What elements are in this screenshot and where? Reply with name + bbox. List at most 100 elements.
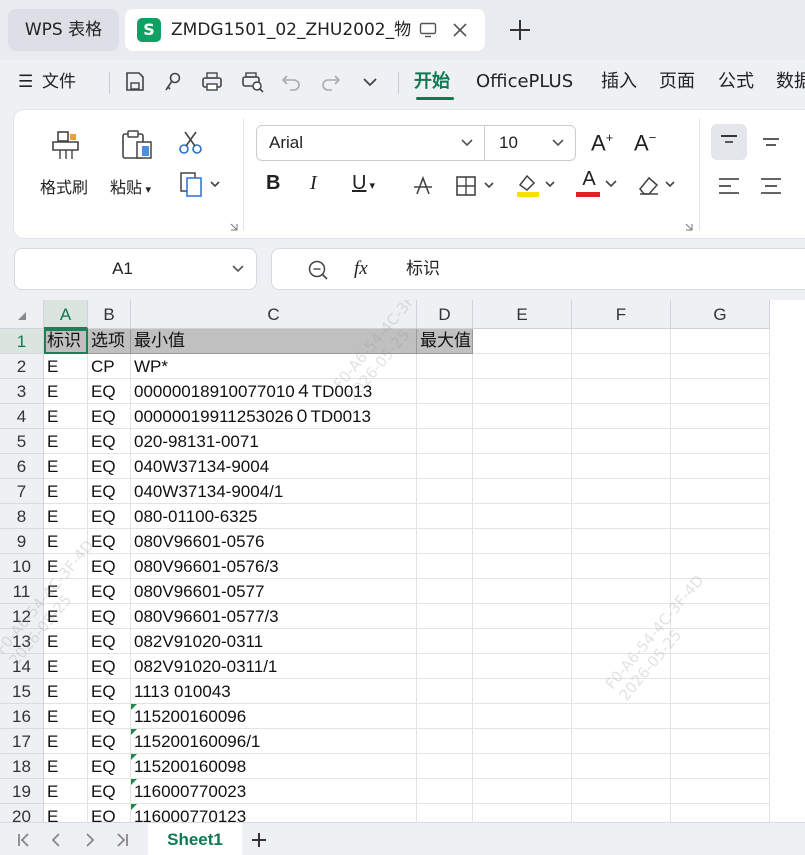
cell-f13[interactable]	[572, 629, 671, 654]
print-preview-icon[interactable]	[240, 70, 266, 94]
cell-a9[interactable]: E	[44, 529, 88, 554]
cell-a10[interactable]: E	[44, 554, 88, 579]
cell-g20[interactable]	[671, 804, 770, 822]
cell-e18[interactable]	[473, 754, 572, 779]
cell-d18[interactable]	[417, 754, 473, 779]
cell-b9[interactable]: EQ	[88, 529, 131, 554]
cell-c12[interactable]: 080V96601-0577/3	[131, 604, 417, 629]
cell-e13[interactable]	[473, 629, 572, 654]
cell-e11[interactable]	[473, 579, 572, 604]
menu-tab-home[interactable]: 开始	[414, 68, 450, 96]
cell-e14[interactable]	[473, 654, 572, 679]
row-header[interactable]: 2	[0, 354, 44, 379]
cell-b19[interactable]: EQ	[88, 779, 131, 804]
cell-d20[interactable]	[417, 804, 473, 822]
cell-f14[interactable]	[572, 654, 671, 679]
cell-g17[interactable]	[671, 729, 770, 754]
cell-c17[interactable]: 115200160096/1	[131, 729, 417, 754]
cell-f15[interactable]	[572, 679, 671, 704]
row-header[interactable]: 20	[0, 804, 44, 822]
cell-g10[interactable]	[671, 554, 770, 579]
select-all-corner[interactable]	[0, 300, 44, 329]
chevron-down-icon[interactable]	[460, 137, 474, 149]
cell-b13[interactable]: EQ	[88, 629, 131, 654]
clear-format-icon[interactable]	[636, 173, 680, 197]
cell-c11[interactable]: 080V96601-0577	[131, 579, 417, 604]
cell-a6[interactable]: E	[44, 454, 88, 479]
align-middle-icon[interactable]	[762, 134, 780, 150]
formula-input[interactable]: 标识	[406, 249, 440, 289]
cell-a16[interactable]: E	[44, 704, 88, 729]
clipboard-expand-icon[interactable]	[230, 223, 238, 231]
cell-b1[interactable]: 选项	[88, 329, 131, 354]
cell-g16[interactable]	[671, 704, 770, 729]
cell-g15[interactable]	[671, 679, 770, 704]
cell-d16[interactable]	[417, 704, 473, 729]
cell-e10[interactable]	[473, 554, 572, 579]
cell-a12[interactable]: E	[44, 604, 88, 629]
cell-a5[interactable]: E	[44, 429, 88, 454]
cell-d10[interactable]	[417, 554, 473, 579]
cell-d4[interactable]	[417, 404, 473, 429]
row-header[interactable]: 12	[0, 604, 44, 629]
cell-g3[interactable]	[671, 379, 770, 404]
cell-e19[interactable]	[473, 779, 572, 804]
cell-e4[interactable]	[473, 404, 572, 429]
cell-e1[interactable]	[473, 329, 572, 354]
first-sheet-icon[interactable]	[14, 830, 34, 850]
row-header[interactable]: 18	[0, 754, 44, 779]
cell-g6[interactable]	[671, 454, 770, 479]
tab-document[interactable]: S ZMDG1501_02_ZHU2002_物	[125, 9, 485, 51]
tab-wps-home[interactable]: WPS 表格	[8, 9, 119, 51]
cell-f1[interactable]	[572, 329, 671, 354]
column-header-f[interactable]: F	[572, 300, 671, 329]
cell-g2[interactable]	[671, 354, 770, 379]
cell-f11[interactable]	[572, 579, 671, 604]
cell-c8[interactable]: 080-01100-6325	[131, 504, 417, 529]
format-painter-label[interactable]: 格式刷	[40, 174, 88, 198]
cell-b7[interactable]: EQ	[88, 479, 131, 504]
cell-d6[interactable]	[417, 454, 473, 479]
cell-a15[interactable]: E	[44, 679, 88, 704]
cell-e7[interactable]	[473, 479, 572, 504]
cell-d2[interactable]	[417, 354, 473, 379]
close-icon[interactable]	[451, 21, 469, 39]
cell-c4[interactable]: 00000019911253026０TD0013	[131, 404, 417, 429]
row-header[interactable]: 5	[0, 429, 44, 454]
cell-f20[interactable]	[572, 804, 671, 822]
cell-d3[interactable]	[417, 379, 473, 404]
cell-a7[interactable]: E	[44, 479, 88, 504]
column-header-g[interactable]: G	[671, 300, 770, 329]
cell-c2[interactable]: WP*	[131, 354, 417, 379]
cell-c6[interactable]: 040W37134-9004	[131, 454, 417, 479]
cell-a3[interactable]: E	[44, 379, 88, 404]
cell-b5[interactable]: EQ	[88, 429, 131, 454]
font-color-button[interactable]: A	[577, 168, 601, 191]
cell-f9[interactable]	[572, 529, 671, 554]
save-icon[interactable]	[122, 70, 148, 94]
cell-e3[interactable]	[473, 379, 572, 404]
cell-a1[interactable]: 标识	[44, 329, 88, 354]
row-header[interactable]: 10	[0, 554, 44, 579]
chevron-down-icon[interactable]	[604, 178, 618, 190]
cell-c1[interactable]: 最小值	[131, 329, 417, 354]
cell-b12[interactable]: EQ	[88, 604, 131, 629]
cell-a20[interactable]: E	[44, 804, 88, 822]
cell-g13[interactable]	[671, 629, 770, 654]
redo-icon[interactable]	[317, 70, 343, 94]
font-name-input[interactable]: Arial	[269, 126, 303, 160]
cell-d13[interactable]	[417, 629, 473, 654]
cut-icon[interactable]	[177, 130, 205, 156]
cell-c10[interactable]: 080V96601-0576/3	[131, 554, 417, 579]
column-header-c[interactable]: C	[131, 300, 417, 329]
cell-f16[interactable]	[572, 704, 671, 729]
cell-d8[interactable]	[417, 504, 473, 529]
cell-f7[interactable]	[572, 479, 671, 504]
cell-a19[interactable]: E	[44, 779, 88, 804]
cell-e2[interactable]	[473, 354, 572, 379]
cell-d9[interactable]	[417, 529, 473, 554]
borders-icon[interactable]	[455, 175, 499, 197]
cell-b15[interactable]: EQ	[88, 679, 131, 704]
cell-g4[interactable]	[671, 404, 770, 429]
name-box[interactable]: A1	[14, 248, 257, 290]
